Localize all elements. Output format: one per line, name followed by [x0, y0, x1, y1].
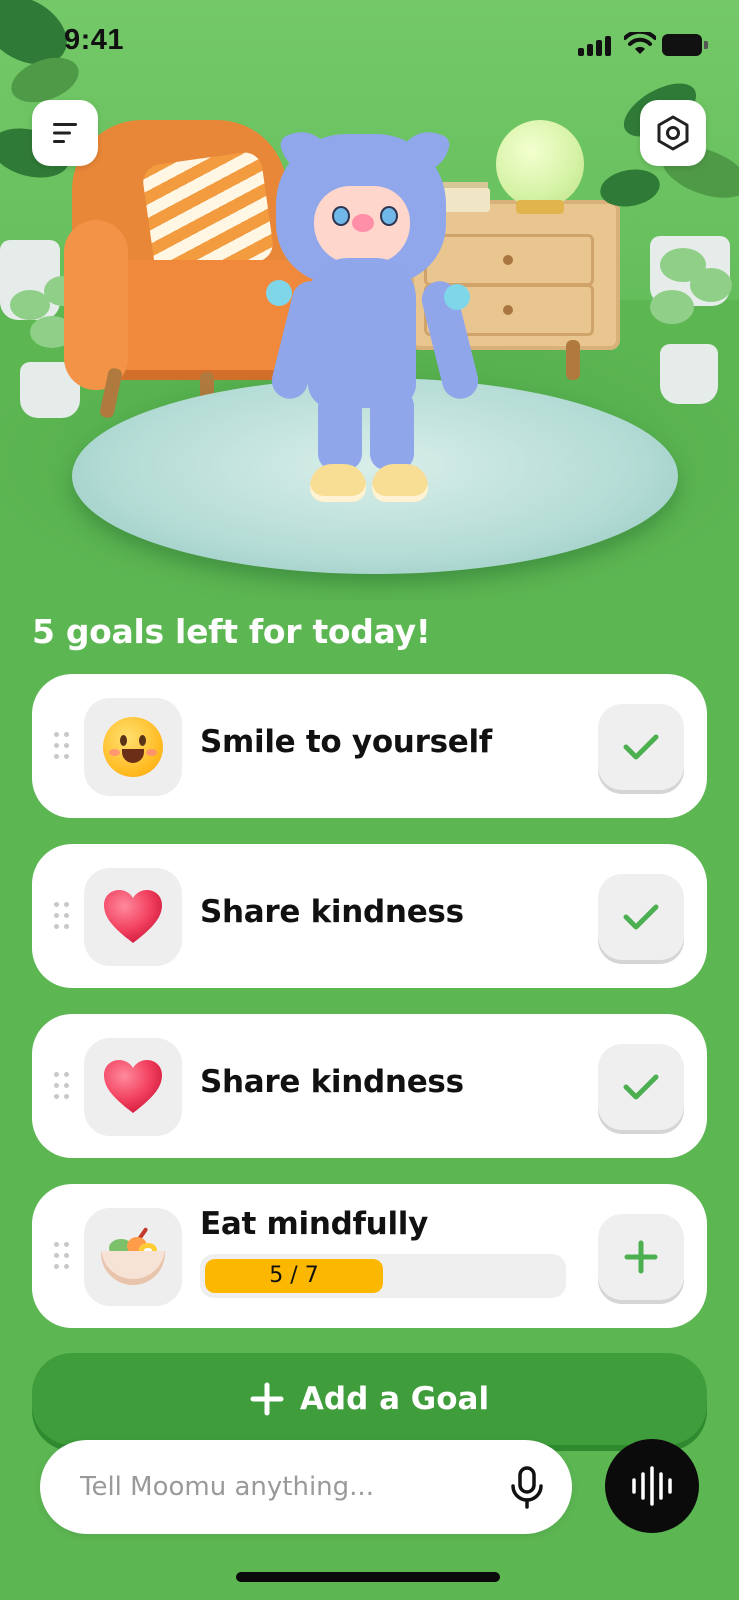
books: [440, 188, 490, 212]
plant-pot: [660, 344, 718, 404]
goal-title: Share kindness: [200, 1064, 464, 1100]
cellular-signal-icon: [578, 36, 614, 56]
progress-label: 5 / 7: [269, 1263, 319, 1288]
check-icon: [623, 904, 659, 930]
plant-leaf: [650, 290, 694, 324]
smiley-face-icon: [103, 717, 163, 777]
dresser-leg: [566, 340, 580, 380]
menu-button[interactable]: [32, 100, 98, 166]
goal-card[interactable]: Eat mindfully 5 / 7: [32, 1184, 707, 1328]
goal-title: Smile to yourself: [200, 724, 492, 760]
character-leg: [318, 390, 362, 470]
check-icon: [623, 1074, 659, 1100]
hexagon-settings-icon: [657, 115, 689, 151]
goal-icon-box: [84, 1038, 182, 1136]
character-eye: [382, 208, 396, 224]
complete-goal-button[interactable]: [598, 1044, 684, 1130]
add-goal-button[interactable]: Add a Goal: [32, 1353, 707, 1445]
character-shoe: [310, 464, 366, 502]
complete-goal-button[interactable]: [598, 874, 684, 960]
microphone-icon[interactable]: [504, 1464, 550, 1510]
goal-title: Share kindness: [200, 894, 464, 930]
red-heart-icon: [104, 1060, 162, 1113]
drag-handle-icon[interactable]: [54, 732, 72, 760]
home-indicator: [236, 1572, 500, 1582]
character-body: [308, 258, 416, 408]
goal-icon-box: [84, 698, 182, 796]
plus-icon: [250, 1382, 284, 1416]
food-bowl-icon: [99, 1226, 167, 1285]
pillow: [140, 150, 276, 276]
add-goal-label: Add a Goal: [299, 1381, 490, 1417]
wifi-icon: [624, 32, 656, 54]
goal-icon-box: [84, 868, 182, 966]
chat-input-container[interactable]: [40, 1440, 572, 1534]
menu-lines-icon: [53, 123, 77, 143]
character-pompom: [266, 280, 292, 306]
voice-mode-button[interactable]: [605, 1439, 699, 1533]
armchair-arm: [64, 220, 128, 390]
increment-goal-button[interactable]: [598, 1214, 684, 1300]
plant-leaf: [690, 268, 732, 302]
hero-scene: [0, 0, 739, 600]
character-shoe: [372, 464, 428, 502]
drag-handle-icon[interactable]: [54, 902, 72, 930]
goal-title: Eat mindfully: [200, 1206, 429, 1242]
drag-handle-icon[interactable]: [54, 1072, 72, 1100]
character-nose: [352, 214, 374, 232]
character-pompom: [444, 284, 470, 310]
status-bar: 9:41: [0, 0, 739, 88]
lamp: [496, 120, 584, 208]
plus-icon: [624, 1240, 658, 1274]
goal-card[interactable]: Share kindness: [32, 1014, 707, 1158]
chat-input[interactable]: [78, 1466, 482, 1508]
goal-icon-box: [84, 1208, 182, 1306]
settings-button[interactable]: [640, 100, 706, 166]
voice-waveform-icon: [632, 1466, 672, 1506]
goals-heading: 5 goals left for today!: [32, 612, 431, 651]
drag-handle-icon[interactable]: [54, 1242, 72, 1270]
goal-progress-bar: 5 / 7: [200, 1254, 566, 1298]
goal-card[interactable]: Share kindness: [32, 844, 707, 988]
goal-card[interactable]: Smile to yourself: [32, 674, 707, 818]
character-eye: [334, 208, 348, 224]
lamp-base: [516, 200, 564, 214]
red-heart-icon: [104, 890, 162, 943]
battery-icon: [662, 34, 708, 56]
complete-goal-button[interactable]: [598, 704, 684, 790]
dresser-drawer: [424, 234, 594, 286]
status-time: 9:41: [64, 24, 125, 56]
check-icon: [623, 734, 659, 760]
character-leg: [370, 390, 414, 470]
